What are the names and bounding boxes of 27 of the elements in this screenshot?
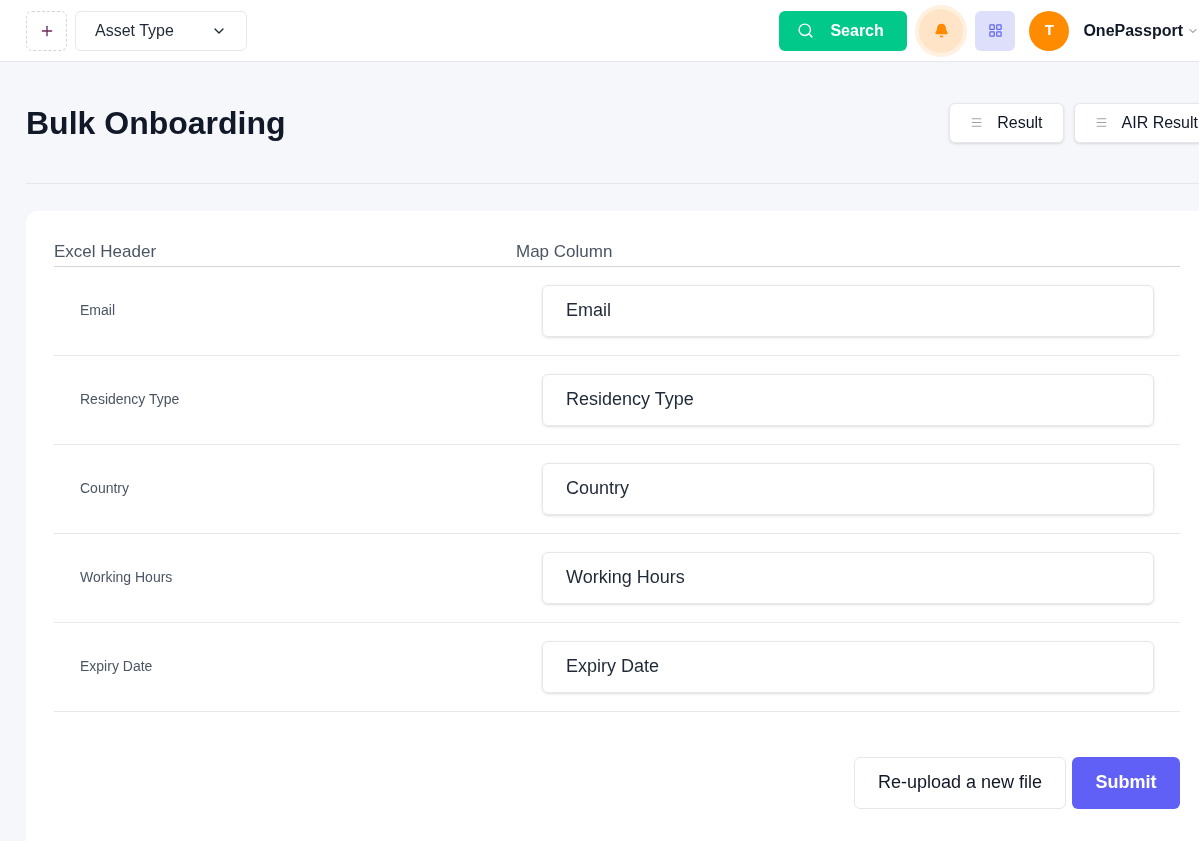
page-title: Bulk Onboarding (26, 103, 286, 143)
apps-button[interactable] (975, 10, 1016, 51)
notification-button[interactable] (919, 8, 964, 53)
grid-icon (987, 23, 1003, 38)
excel-header-label: Email (79, 301, 116, 320)
result-button[interactable]: AIR Result (1073, 102, 1199, 143)
reupload-button[interactable]: Re-upload a new file (853, 756, 1066, 809)
user-name[interactable]: OnePassport (1083, 18, 1183, 43)
asset-type-dropdown[interactable]: Asset Type (75, 10, 247, 51)
map-column-field[interactable]: Country (542, 462, 1154, 515)
map-column-field[interactable]: Expiry Date (542, 640, 1154, 693)
map-column-field[interactable]: Email (542, 284, 1154, 337)
submit-button[interactable]: Submit (1072, 756, 1180, 809)
excel-header-label: Country (79, 479, 131, 498)
excel-header-label: Expiry Date (79, 657, 154, 676)
menu-icon (1094, 116, 1108, 129)
bell-icon (933, 23, 949, 38)
menu-icon (970, 116, 984, 129)
result-button[interactable]: Result (949, 102, 1064, 143)
column-header: Excel Header (54, 241, 158, 263)
excel-header-label: Residency Type (79, 390, 181, 409)
excel-header-label: Working Hours (79, 568, 174, 587)
column-header: Map Column (516, 241, 613, 263)
map-column-field[interactable]: Working Hours (542, 551, 1154, 604)
map-column-field[interactable]: Residency Type (542, 373, 1154, 426)
search-icon (797, 22, 815, 39)
add-button[interactable] (26, 10, 67, 51)
